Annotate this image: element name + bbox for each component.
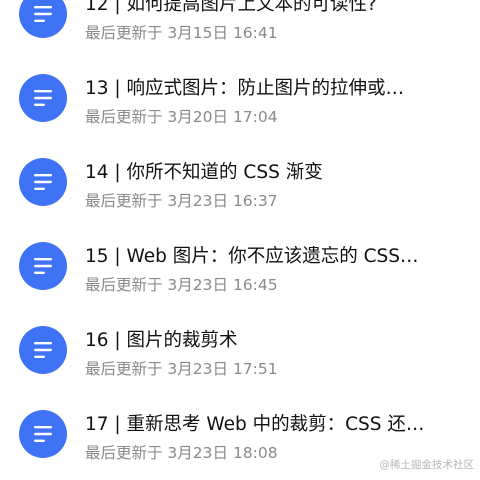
item-title: 15 | Web 图片：你不应该遗忘的 CSS… [85, 246, 419, 267]
document-lines-icon [19, 0, 67, 38]
item-updated-time: 最后更新于 3月23日 17:51 [85, 360, 278, 378]
document-lines-icon [19, 326, 67, 374]
item-title: 14 | 你所不知道的 CSS 渐变 [85, 162, 323, 183]
document-lines-icon [19, 410, 67, 458]
list-item[interactable]: 15 | Web 图片：你不应该遗忘的 CSS… 最后更新于 3月23日 16:… [0, 225, 480, 309]
item-title: 13 | 响应式图片：防止图片的拉伸或… [85, 78, 405, 99]
list-item[interactable]: 16 | 图片的裁剪术 最后更新于 3月23日 17:51 [0, 309, 480, 393]
item-updated-time: 最后更新于 3月20日 17:04 [85, 108, 278, 126]
list-item[interactable]: 12 | 如何提高图片上文本的可读性? 最后更新于 3月15日 16:41 [0, 0, 480, 57]
item-updated-time: 最后更新于 3月15日 16:41 [85, 24, 278, 42]
watermark: @稀土掘金技术社区 [379, 459, 475, 471]
item-title: 17 | 重新思考 Web 中的裁剪：CSS 还… [85, 414, 425, 435]
document-lines-icon [19, 158, 67, 206]
list-item[interactable]: 13 | 响应式图片：防止图片的拉伸或… 最后更新于 3月20日 17:04 [0, 57, 480, 141]
article-list-screen: 12 | 如何提高图片上文本的可读性? 最后更新于 3月15日 16:41 13… [0, 0, 480, 480]
document-lines-icon [19, 74, 67, 122]
item-title: 12 | 如何提高图片上文本的可读性? [85, 0, 377, 15]
document-lines-icon [19, 242, 67, 290]
item-updated-time: 最后更新于 3月23日 18:08 [85, 444, 278, 462]
item-updated-time: 最后更新于 3月23日 16:37 [85, 192, 278, 210]
item-title: 16 | 图片的裁剪术 [85, 330, 238, 351]
article-list: 12 | 如何提高图片上文本的可读性? 最后更新于 3月15日 16:41 13… [0, 0, 480, 477]
list-item[interactable]: 14 | 你所不知道的 CSS 渐变 最后更新于 3月23日 16:37 [0, 141, 480, 225]
item-updated-time: 最后更新于 3月23日 16:45 [85, 276, 278, 294]
